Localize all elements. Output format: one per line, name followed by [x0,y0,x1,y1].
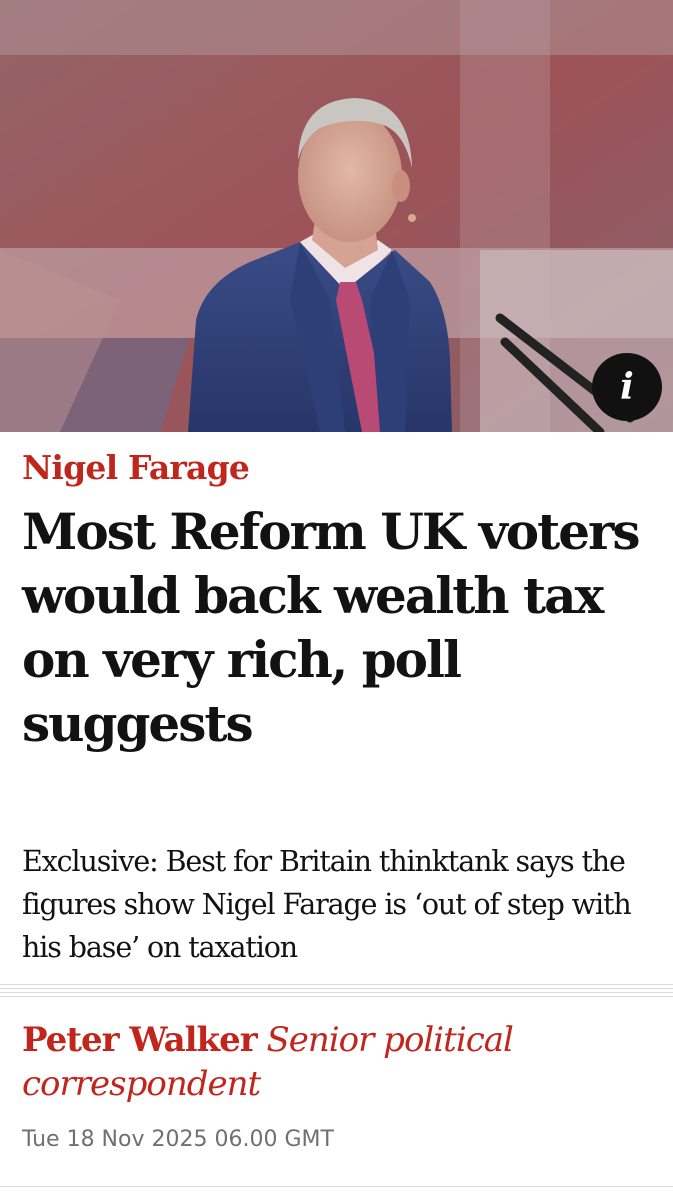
article-standfirst: Exclusive: Best for Britain thinktank sa… [22,845,632,964]
section-divider [0,984,673,1000]
article-kicker[interactable]: Nigel Farage [22,448,250,487]
publish-date: Tue 18 Nov 2025 06.00 GMT [22,1127,334,1152]
bottom-divider [0,1186,673,1199]
article-headline: Most Reform UK voters would back wealth … [22,502,641,753]
info-button[interactable]: i [592,353,662,421]
hero-photo [0,0,673,432]
byline: Peter Walker Senior political correspond… [22,1018,662,1106]
hero-image: i [0,0,673,432]
info-icon: i [620,366,634,408]
author-link[interactable]: Peter Walker [22,1020,258,1060]
